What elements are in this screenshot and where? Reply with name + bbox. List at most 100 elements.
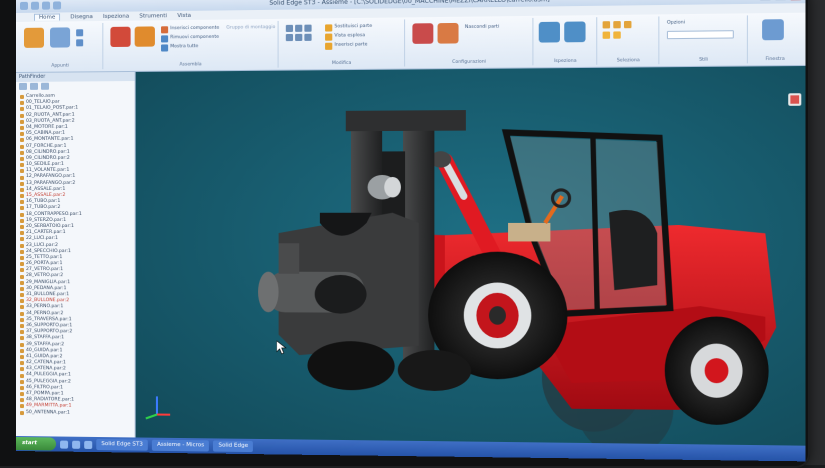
redo-icon[interactable]: [53, 1, 61, 9]
exploded-view-icon[interactable]: [325, 34, 332, 41]
quick-launch-desktop-icon[interactable]: [72, 440, 80, 448]
assembly-tree: Carrello.asm00_TELAIO.par01_TELAIO_POST.…: [16, 93, 135, 417]
mate-icon[interactable]: [304, 34, 311, 41]
app-menu-icon[interactable]: [20, 2, 28, 10]
part-icon: [20, 262, 24, 266]
remove-component-icon[interactable]: [161, 35, 168, 42]
ribbon-group-assemble: Inserisci componente Rimuovi componente …: [104, 21, 278, 69]
taskbar-item-assembly[interactable]: Assieme - Micros: [152, 440, 209, 452]
part-icon: [20, 213, 24, 217]
pattern-icon[interactable]: [286, 34, 293, 41]
rotate-icon[interactable]: [295, 25, 302, 32]
taskbar-item-solid-edge-2[interactable]: Solid Edge: [213, 440, 253, 452]
part-icon: [20, 182, 24, 186]
show-all-label[interactable]: Mostra tutte: [170, 44, 198, 49]
view-orientation-icon[interactable]: [788, 93, 801, 106]
style-dropdown[interactable]: [667, 30, 734, 39]
display-config-icon[interactable]: [438, 23, 459, 44]
pan-icon[interactable]: [603, 32, 610, 39]
tab-home[interactable]: Home: [34, 13, 60, 20]
part-icon: [20, 361, 24, 365]
replace-part-label[interactable]: Sostituisci parte: [334, 24, 372, 30]
part-icon: [20, 206, 24, 210]
quick-launch-ie-icon[interactable]: [60, 440, 68, 448]
insert-component-label[interactable]: Inserisci componente: [170, 26, 219, 32]
part-icon: [20, 95, 24, 99]
3d-viewport[interactable]: [136, 66, 806, 446]
part-icon: [20, 219, 24, 223]
ribbon-group-label: Configurazioni: [406, 59, 532, 65]
part-icon: [20, 386, 24, 390]
expand-icon[interactable]: [19, 83, 27, 90]
insert-component-icon[interactable]: [161, 26, 168, 33]
move-icon[interactable]: [286, 25, 293, 32]
exploded-view-label[interactable]: Vista esplosa: [334, 33, 365, 38]
part-icon: [20, 114, 24, 118]
part-icon: [20, 157, 24, 161]
show-all-icon[interactable]: [161, 44, 168, 51]
align-icon[interactable]: [295, 34, 302, 41]
part-icon: [20, 411, 24, 415]
replace-part-icon[interactable]: [325, 24, 332, 31]
cut-icon[interactable]: [76, 29, 83, 36]
remove-component-label[interactable]: Rimuovi componente: [170, 35, 219, 41]
window-arrange-icon[interactable]: [762, 19, 784, 40]
tree-item[interactable]: 50_ANTENNA.par:1: [20, 410, 135, 417]
minimize-button[interactable]: [760, 0, 771, 1]
part-icon: [20, 392, 24, 396]
insert-part-icon[interactable]: [135, 26, 155, 46]
configuration-icon[interactable]: [412, 23, 433, 44]
select-icon[interactable]: [50, 27, 70, 47]
window-controls: [760, 0, 801, 1]
part-icon: [20, 343, 24, 347]
hide-parts-label[interactable]: Nascondi parti: [465, 24, 499, 30]
save-icon[interactable]: [31, 2, 39, 10]
part-icon: [20, 145, 24, 149]
taskbar-item-solid-edge[interactable]: Solid Edge ST3: [96, 439, 148, 451]
part-icon: [20, 250, 24, 254]
zoom-icon[interactable]: [624, 21, 631, 28]
select-tool-icon[interactable]: [603, 21, 610, 28]
part-icon: [20, 349, 24, 353]
part-icon: [20, 231, 24, 235]
part-icon: [20, 237, 24, 241]
paste-icon[interactable]: [24, 28, 44, 48]
clamp-attachment: [258, 213, 419, 356]
screen: Solid Edge ST3 - Assieme - [C:\SOLIDEDGE…: [16, 0, 806, 461]
part-icon: [20, 336, 24, 340]
assemble-icon[interactable]: [110, 27, 130, 47]
mirror-icon[interactable]: [304, 25, 311, 32]
ribbon-group-select: Seleziona: [598, 16, 659, 64]
filter-icon[interactable]: [613, 21, 620, 28]
tab-inspect[interactable]: Ispeziona: [103, 13, 129, 19]
filter-tree-icon[interactable]: [41, 83, 49, 90]
part-icon: [20, 367, 24, 371]
measure-icon[interactable]: [539, 22, 560, 43]
ribbon-group-label: Stili: [660, 57, 746, 63]
tab-view[interactable]: Vista: [177, 12, 191, 18]
part-icon: [20, 318, 24, 322]
tab-tools[interactable]: Strumenti: [139, 13, 167, 19]
interference-icon[interactable]: [564, 21, 585, 42]
quick-access-toolbar: [20, 1, 61, 10]
insert-part-small-icon[interactable]: [325, 43, 332, 50]
ribbon: Appunti Inserisci componente Rimuovi com…: [16, 13, 806, 73]
part-icon: [20, 138, 24, 142]
insert-part-label[interactable]: Inserisci parte: [334, 42, 367, 47]
part-icon: [20, 398, 24, 402]
part-icon: [20, 244, 24, 248]
part-icon: [20, 299, 24, 303]
collapse-icon[interactable]: [30, 83, 38, 90]
copy-icon[interactable]: [76, 39, 83, 46]
quick-launch-media-icon[interactable]: [84, 440, 92, 448]
part-icon: [20, 200, 24, 204]
tab-draw[interactable]: Disegna: [70, 14, 93, 20]
ribbon-group-inspect: Ispeziona: [535, 17, 598, 65]
assembly-group-label[interactable]: Gruppo di montaggio: [226, 25, 275, 31]
undo-icon[interactable]: [42, 2, 50, 10]
options-label[interactable]: Opzioni: [667, 20, 685, 25]
part-icon: [20, 107, 24, 111]
forklift-model[interactable]: [136, 66, 806, 446]
start-button[interactable]: start: [16, 437, 56, 451]
fit-icon[interactable]: [613, 31, 620, 38]
